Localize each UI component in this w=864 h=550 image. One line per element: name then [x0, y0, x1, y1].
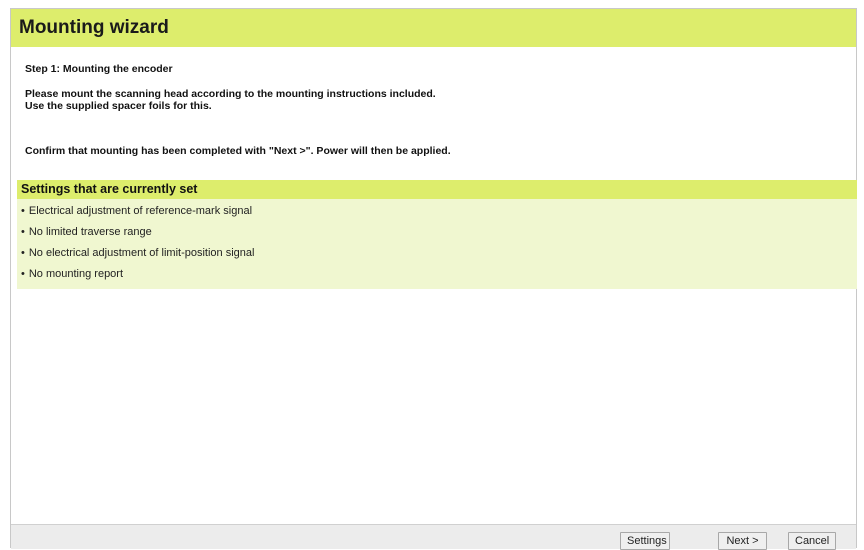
- settings-list: • Electrical adjustment of reference-mark…: [21, 204, 254, 288]
- bullet-icon: •: [21, 247, 25, 259]
- setting-label: Electrical adjustment of reference-mark …: [28, 205, 253, 217]
- instruction-line-1: Please mount the scanning head according…: [25, 88, 436, 100]
- step-title: Step 1: Mounting the encoder: [25, 63, 173, 75]
- setting-label: No electrical adjustment of limit-positi…: [28, 247, 255, 259]
- setting-label: No mounting report: [28, 268, 124, 280]
- current-settings-panel: Settings that are currently set • Electri…: [17, 180, 857, 289]
- list-item: • No mounting report: [21, 267, 254, 288]
- bullet-icon: •: [21, 205, 25, 217]
- bullet-icon: •: [21, 226, 25, 238]
- next-button[interactable]: Next >: [718, 532, 767, 550]
- list-item: • No limited traverse range: [21, 225, 254, 246]
- settings-header: Settings that are currently set: [17, 180, 857, 199]
- instruction-line-2: Use the supplied spacer foils for this.: [25, 100, 212, 112]
- setting-label: No limited traverse range: [28, 226, 152, 238]
- settings-header-label: Settings that are currently set: [21, 182, 198, 196]
- title-bar: Mounting wizard: [11, 9, 856, 47]
- instructions: Please mount the scanning head according…: [25, 88, 436, 112]
- button-bar: Settings Next > Cancel: [11, 524, 856, 550]
- wizard-title: Mounting wizard: [19, 17, 169, 38]
- confirm-text: Confirm that mounting has been completed…: [25, 145, 451, 157]
- settings-button[interactable]: Settings: [620, 532, 670, 550]
- wizard-window: Mounting wizard Step 1: Mounting the enc…: [10, 8, 857, 550]
- bullet-icon: •: [21, 268, 25, 280]
- cancel-button[interactable]: Cancel: [788, 532, 836, 550]
- list-item: • Electrical adjustment of reference-mark…: [21, 204, 254, 225]
- list-item: • No electrical adjustment of limit-posit…: [21, 246, 254, 267]
